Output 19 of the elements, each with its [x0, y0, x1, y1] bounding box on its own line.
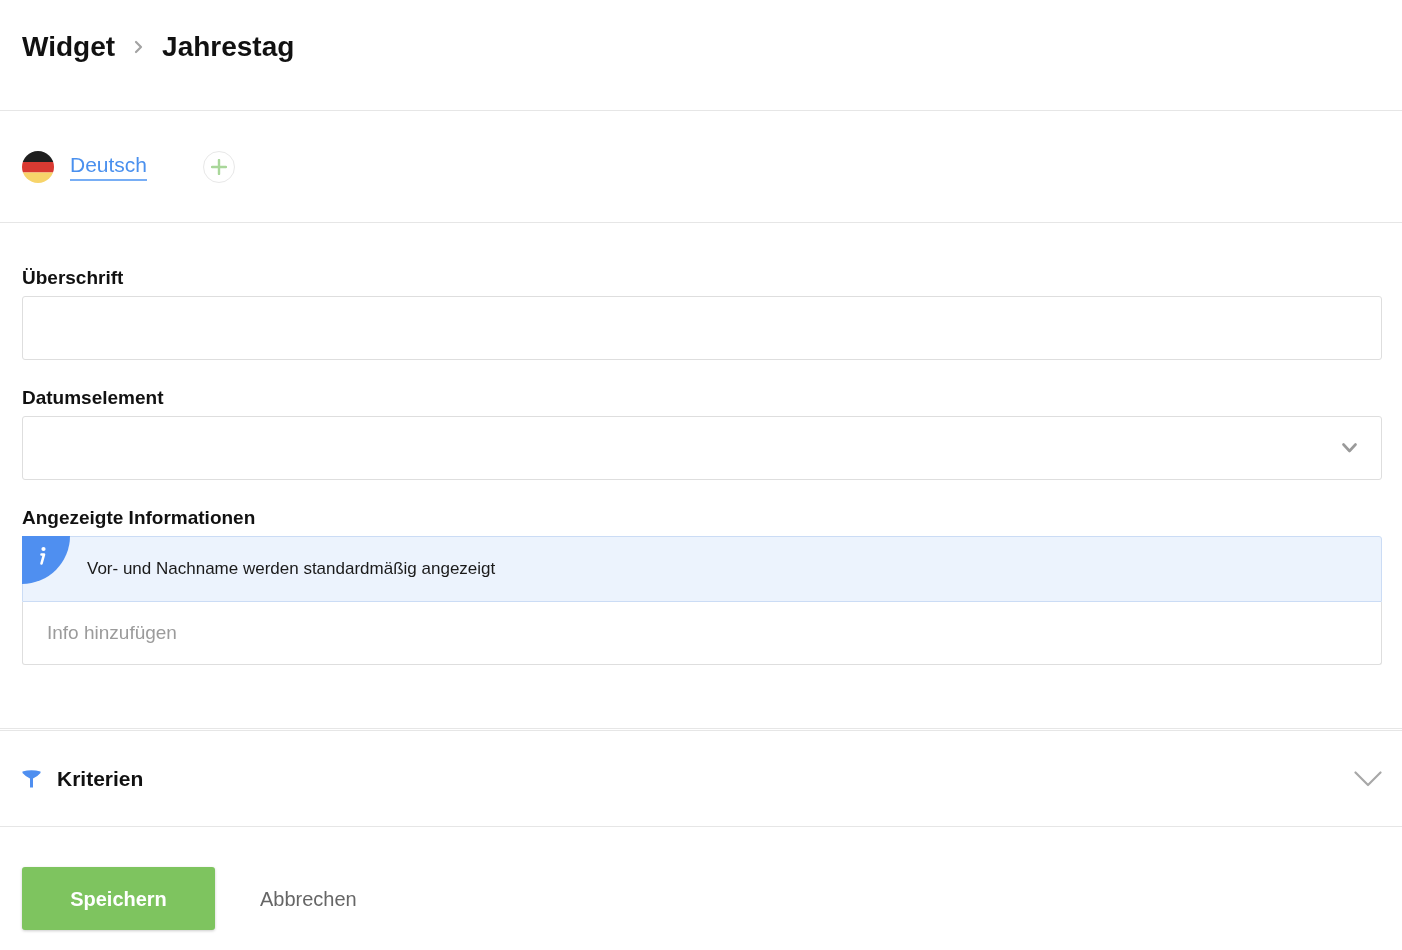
dropdown-select[interactable] [22, 416, 1382, 480]
info-notice-text: Vor- und Nachname werden standardmäßig angezeigt [87, 558, 496, 581]
text-input[interactable] [22, 296, 1382, 360]
chevron-down-icon [1342, 443, 1357, 453]
breadcrumb-item[interactable]: Widget [22, 30, 116, 64]
chevron-right-icon [134, 40, 144, 54]
info-input[interactable]: Info hinzufügen [22, 602, 1382, 665]
filter-icon [22, 769, 41, 788]
plus-icon [211, 158, 228, 175]
breadcrumb-item: Jahrestag [162, 30, 295, 64]
field-label: Datumselement [22, 386, 165, 410]
chevron-down-icon [1354, 770, 1382, 787]
field-label: Angezeigte Informationen [22, 506, 257, 530]
field-label: Überschrift [22, 266, 125, 290]
flag-icon [22, 150, 54, 183]
language-tab[interactable]: Deutsch [70, 152, 148, 181]
add-language-button[interactable] [203, 150, 236, 183]
cancel-button[interactable]: Abbrechen [215, 867, 402, 930]
info-icon [22, 536, 70, 584]
